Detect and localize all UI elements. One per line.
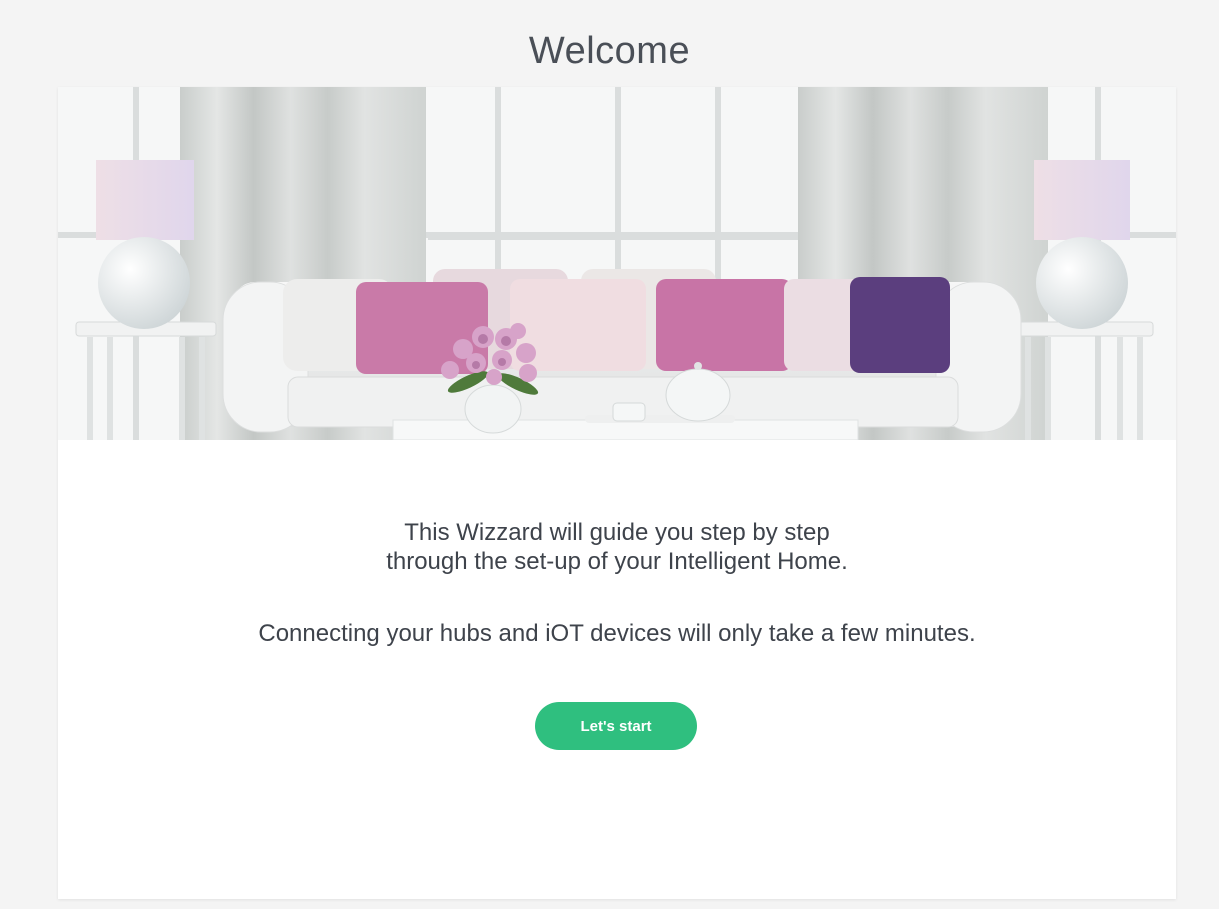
intro-line-1: This Wizzard will guide you step by step: [404, 519, 830, 546]
wizard-card: This Wizzard will guide you step by step…: [58, 87, 1176, 899]
hero-image: [58, 87, 1176, 440]
intro-line-2: through the set-up of your Intelligent H…: [386, 548, 848, 575]
page-title: Welcome: [528, 30, 691, 72]
lets-start-button[interactable]: Let's start: [535, 702, 697, 750]
intro-line-3: Connecting your hubs and iOT devices wil…: [258, 620, 976, 647]
